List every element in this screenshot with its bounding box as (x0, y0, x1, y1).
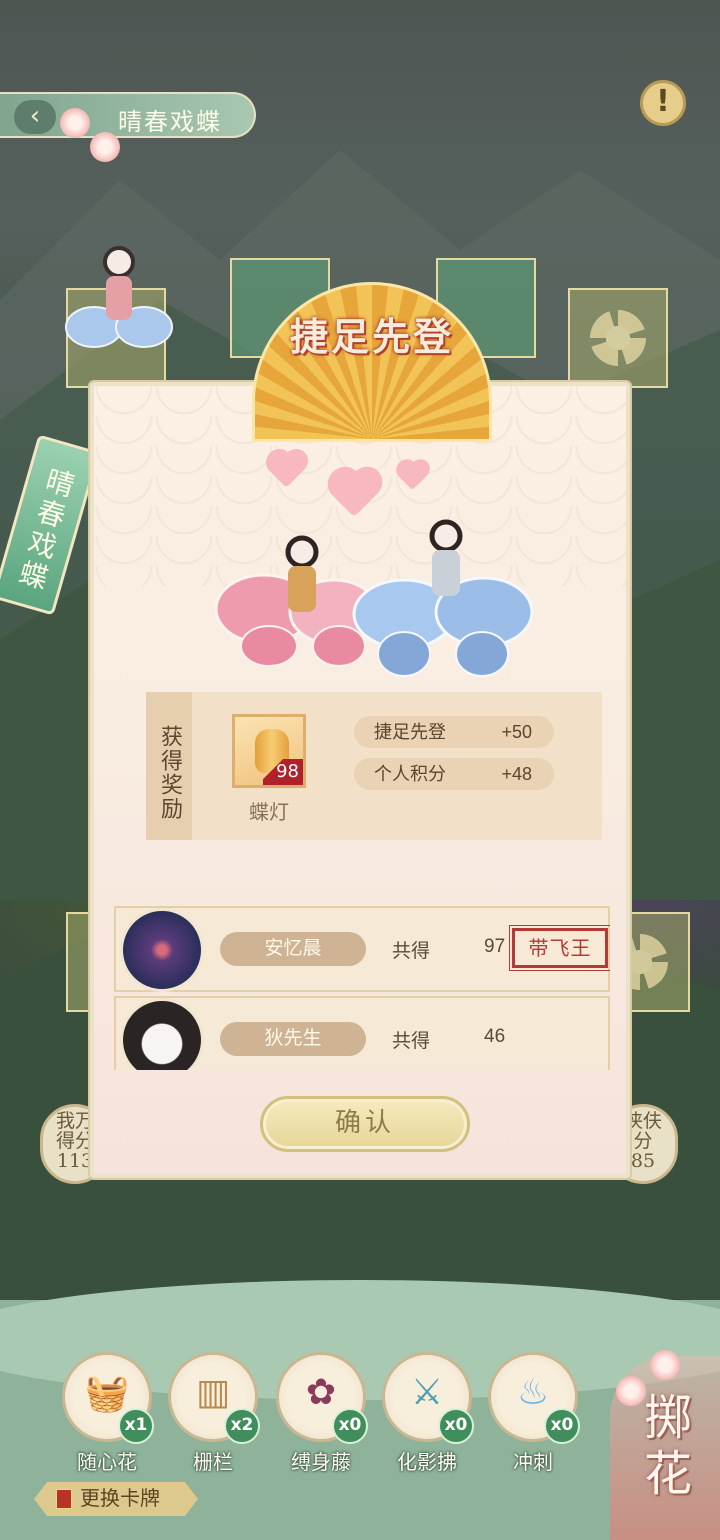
tool-button[interactable]: 🧺 x1 随心花 (58, 1350, 156, 1474)
score-pill: 捷足先登 +50 (354, 716, 554, 748)
top-carrier-stamp: 带飞王 (509, 925, 610, 971)
switch-card-button[interactable]: 更换卡牌 (34, 1482, 198, 1516)
tool-count: x0 (332, 1408, 368, 1444)
blue-flame-icon: ♨ (516, 1372, 550, 1413)
tool-button[interactable]: ⚔ x0 化影拂 (378, 1350, 476, 1474)
tool-name: 冲刺 (513, 1452, 553, 1474)
info-button[interactable]: ! (640, 80, 686, 126)
butterfly-riders-illustration (214, 519, 534, 677)
title-chip: ‹ 晴春戏蝶 (0, 92, 256, 138)
fence-icon: ▥ (195, 1372, 230, 1413)
vine-plant-icon: ✿ (305, 1372, 337, 1413)
board-tile[interactable] (568, 288, 668, 388)
confirm-button[interactable]: 确认 (260, 1096, 470, 1152)
banner-title: 捷足先登 (289, 314, 454, 359)
tool-count: x2 (224, 1408, 260, 1444)
ranking-list[interactable]: 安忆晨 共得 97 带飞王 狄先生 共得 46 (114, 906, 610, 1070)
blossom-decoration (650, 1350, 680, 1380)
tool-count: x0 (544, 1408, 580, 1444)
tool-name: 缚身藤 (291, 1452, 351, 1474)
player-name: 狄先生 (220, 1022, 366, 1056)
avatar[interactable] (120, 908, 204, 992)
player-butterfly-avatar (65, 246, 173, 348)
reward-panel: 获得奖励 98 蝶灯 捷足先登 +50 个人积分 +48 (146, 692, 602, 840)
tool-count: x1 (118, 1408, 154, 1444)
gain-label: 共得 (392, 1031, 431, 1052)
reward-item-name: 蝶灯 (249, 802, 289, 824)
avatar[interactable] (120, 998, 204, 1070)
tool-name: 化影拂 (397, 1452, 457, 1474)
exclamation-icon: ! (656, 84, 670, 119)
gain-label: 共得 (392, 941, 431, 962)
gain-value: 97 (484, 936, 506, 957)
tool-name: 随心花 (77, 1452, 137, 1474)
chevron-left-icon: ‹ (29, 101, 41, 131)
gain-value: 46 (484, 1026, 506, 1047)
result-banner: 捷足先登 (222, 282, 522, 442)
score-pill: 个人积分 +48 (354, 758, 554, 790)
card-icon (56, 1489, 72, 1509)
reward-item[interactable]: 98 (232, 714, 306, 788)
tool-button[interactable]: ▥ x2 栅栏 (164, 1350, 262, 1474)
back-button[interactable]: ‹ (14, 100, 56, 134)
tool-count: x0 (438, 1408, 474, 1444)
player-name: 安忆晨 (220, 932, 366, 966)
ranking-row: 安忆晨 共得 97 带飞王 (114, 906, 610, 992)
throw-flower-label: 掷花 (635, 1392, 691, 1504)
flower-icon (590, 310, 646, 366)
reward-label: 获得奖励 (146, 692, 192, 840)
tool-name: 栅栏 (193, 1452, 233, 1474)
blossom-decoration (60, 108, 90, 138)
whisk-icon: ⚔ (410, 1372, 444, 1413)
item-count: 98 (263, 759, 303, 785)
ranking-row: 狄先生 共得 46 (114, 996, 610, 1070)
page-title: 晴春戏蝶 (118, 108, 222, 136)
result-dialog: 获得奖励 98 蝶灯 捷足先登 +50 个人积分 +48 安忆晨 共得 97 带… (90, 382, 630, 1178)
tool-button[interactable]: ✿ x0 缚身藤 (272, 1350, 370, 1474)
tool-button[interactable]: ♨ x0 冲刺 (484, 1350, 582, 1474)
blossom-decoration (90, 132, 120, 162)
